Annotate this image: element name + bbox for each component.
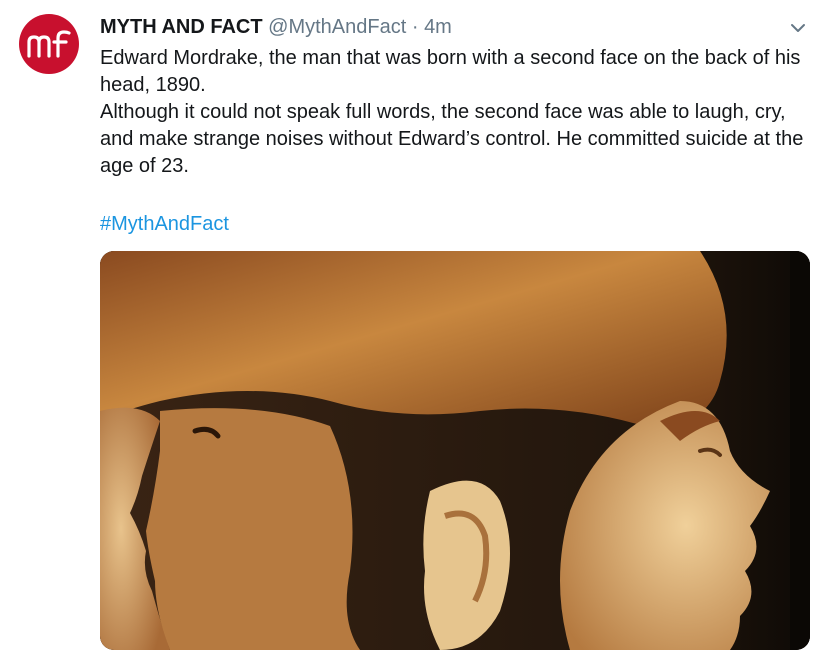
hashtag-link[interactable]: #MythAndFact	[100, 211, 229, 238]
chevron-down-icon[interactable]	[788, 18, 808, 38]
mythandfact-logo	[27, 30, 71, 58]
photo-image	[100, 251, 810, 650]
tweet-photo[interactable]	[100, 251, 810, 650]
author-name[interactable]: MYTH AND FACT	[100, 16, 263, 38]
tweet-text: Edward Mordrake, the man that was born w…	[100, 45, 815, 180]
tweet-header: MYTH AND FACT @MythAndFact · 4m	[100, 14, 452, 40]
tweet-text-line-1: Edward Mordrake, the man that was born w…	[100, 47, 801, 96]
avatar[interactable]	[19, 14, 79, 74]
separator: ·	[411, 16, 419, 38]
timestamp[interactable]: 4m	[424, 16, 452, 38]
tweet-card: MYTH AND FACT @MythAndFact · 4m Edward M…	[0, 0, 828, 667]
tweet-text-line-2: Although it could not speak full words, …	[100, 101, 804, 177]
author-handle[interactable]: @MythAndFact	[268, 16, 406, 38]
